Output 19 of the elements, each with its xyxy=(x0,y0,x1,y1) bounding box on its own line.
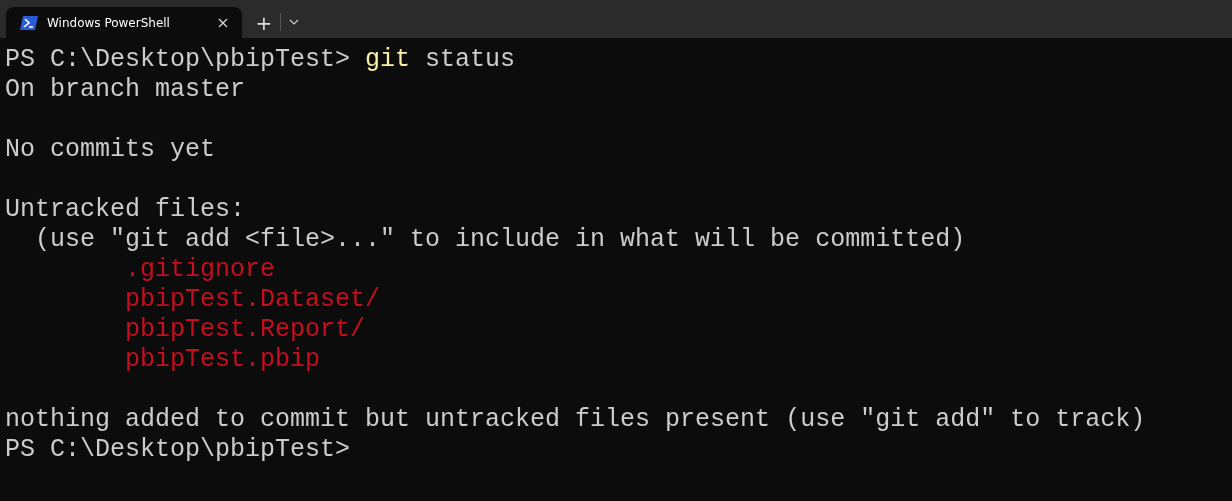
output-line: On branch master xyxy=(5,75,246,105)
terminal-tab[interactable]: Windows PowerShell xyxy=(6,7,242,38)
prompt-text: PS C:\Desktop\pbipTest> xyxy=(5,45,351,75)
untracked-file: pbipTest.Report/ xyxy=(125,315,366,345)
hint-line: (use "git add <file>..." to include in what will be committed) xyxy=(35,225,966,255)
output-line: Untracked files: xyxy=(5,195,246,225)
command-args: status xyxy=(425,45,516,75)
untracked-file: pbipTest.Dataset/ xyxy=(125,285,381,315)
close-icon[interactable] xyxy=(218,17,228,28)
output-line: nothing added to commit but untracked files present (use "git add" to track) xyxy=(5,405,1146,435)
powershell-icon xyxy=(20,15,38,30)
dropdown-chevron-icon[interactable] xyxy=(289,19,299,25)
untracked-file: pbipTest.pbip xyxy=(125,345,321,375)
output-line: No commits yet xyxy=(5,135,216,165)
new-tab-button[interactable]: + xyxy=(248,7,280,38)
tab-title: Windows PowerShell xyxy=(47,15,171,30)
prompt-text: PS C:\Desktop\pbipTest> xyxy=(5,435,351,465)
untracked-file: .gitignore xyxy=(125,255,276,285)
command-text: git xyxy=(365,45,411,75)
